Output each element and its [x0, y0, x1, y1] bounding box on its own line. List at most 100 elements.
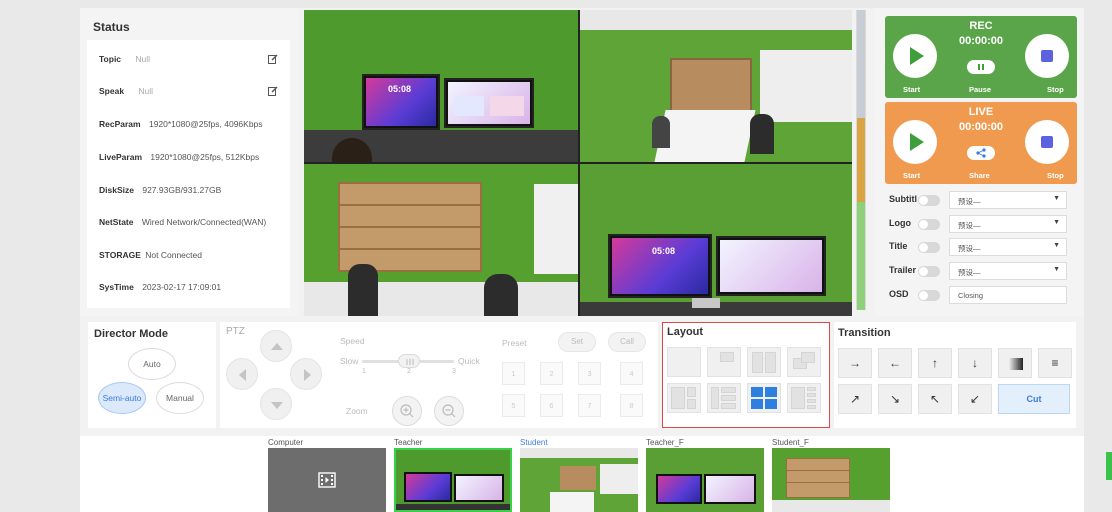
preset-7[interactable]: 7: [578, 394, 601, 417]
preset-1[interactable]: 1: [502, 362, 525, 385]
live-start-button[interactable]: [893, 120, 937, 164]
wipe-up-button[interactable]: ↑: [918, 348, 952, 378]
side-handle[interactable]: [1106, 452, 1112, 480]
overlay-row-osd: OSD Closing: [889, 286, 1067, 304]
osd-toggle[interactable]: [918, 290, 940, 301]
rec-pause-label: Pause: [969, 85, 992, 94]
wipe-down-button[interactable]: ↓: [958, 348, 992, 378]
layout-main-three[interactable]: [707, 383, 741, 413]
live-panel: LIVE 00:00:00 Start Share Stop: [885, 102, 1077, 184]
audio-level-meter: [856, 10, 866, 310]
arrow-down-left-icon: ↙: [969, 392, 981, 406]
preset-5[interactable]: 5: [502, 394, 525, 417]
status-key: STORAGE: [99, 250, 141, 260]
wipe-up-right-button[interactable]: ↗: [838, 384, 872, 414]
overlay-row-logo: Logo 预设— ▼: [889, 215, 1067, 233]
preset-6[interactable]: 6: [540, 394, 563, 417]
preset-set-button[interactable]: Set: [558, 332, 596, 352]
overlay-label: Subtitl: [889, 194, 917, 204]
rec-start-button[interactable]: [893, 34, 937, 78]
preset-8[interactable]: 8: [620, 394, 643, 417]
source-student-f[interactable]: Student_F: [772, 438, 890, 512]
program-preview[interactable]: 05:08 05:08: [304, 10, 852, 316]
preset-call-button[interactable]: Call: [608, 332, 646, 352]
layout-one-plus-four[interactable]: [787, 383, 821, 413]
preset-3[interactable]: 3: [578, 362, 601, 385]
layout-overlap[interactable]: [787, 347, 821, 377]
cut-button[interactable]: Cut: [998, 384, 1070, 414]
source-student[interactable]: Student: [520, 438, 638, 512]
layout-single[interactable]: [667, 347, 701, 377]
wipe-left-button[interactable]: ←: [878, 348, 912, 378]
status-key: DiskSize: [99, 185, 134, 195]
source-teacher[interactable]: Teacher: [394, 438, 512, 512]
trailer-select[interactable]: 预设— ▼: [949, 262, 1067, 280]
blinds-button[interactable]: ≡: [1038, 348, 1072, 378]
ptz-up-button[interactable]: [260, 330, 292, 362]
manual-button[interactable]: Manual: [156, 382, 204, 414]
wipe-right-button[interactable]: →: [838, 348, 872, 378]
semi-auto-button[interactable]: Semi-auto: [98, 382, 146, 414]
layout-quad[interactable]: [747, 383, 781, 413]
status-title: Status: [93, 20, 130, 34]
status-box: Topic Null Speak Null RecParam 1920*1080…: [87, 40, 290, 308]
arrow-right-icon: [304, 369, 311, 381]
preview-quadrant-student: [304, 164, 578, 316]
logo-select[interactable]: 预设— ▼: [949, 215, 1067, 233]
layout-main-two[interactable]: [667, 383, 701, 413]
caret-down-icon: ▼: [1053, 242, 1060, 249]
ptz-down-button[interactable]: [260, 388, 292, 420]
live-share-button[interactable]: [967, 146, 995, 160]
arrow-left-icon: [239, 369, 246, 381]
status-row-topic: Topic Null: [99, 54, 150, 64]
rec-stop-button[interactable]: [1025, 34, 1069, 78]
source-label: Teacher_F: [646, 438, 684, 447]
source-teacher-f[interactable]: Teacher_F: [646, 438, 764, 512]
speed-slider-handle[interactable]: [398, 354, 420, 368]
rec-start-label: Start: [903, 85, 921, 94]
status-key: SysTime: [99, 282, 134, 292]
subtitle-toggle[interactable]: [918, 195, 940, 206]
ptz-left-button[interactable]: [226, 358, 258, 390]
rec-pause-button[interactable]: [967, 60, 995, 74]
layout-side-by-side[interactable]: [747, 347, 781, 377]
source-strip: Computer Teacher Student Teacher_F Stude…: [80, 436, 1084, 512]
source-computer[interactable]: Computer: [268, 438, 386, 512]
overlay-label: Title: [889, 241, 908, 251]
ptz-right-button[interactable]: [290, 358, 322, 390]
wipe-up-left-button[interactable]: ↖: [918, 384, 952, 414]
title-toggle[interactable]: [918, 242, 940, 253]
zoom-label: Zoom: [346, 406, 368, 416]
status-value: Null: [138, 86, 154, 96]
trailer-toggle[interactable]: [918, 266, 940, 277]
logo-toggle[interactable]: [918, 219, 940, 230]
speed-quick-label: Quick: [458, 356, 480, 366]
layout-title: Layout: [667, 326, 704, 338]
overlay-row-trailer: Trailer 预设— ▼: [889, 262, 1067, 280]
title-select[interactable]: 预设— ▼: [949, 238, 1067, 256]
screen-clock: 05:08: [388, 84, 412, 94]
preset-4[interactable]: 4: [620, 362, 643, 385]
status-row-disksize: DiskSize 927.93GB/931.27GB: [99, 185, 221, 195]
status-value: Not Connected: [145, 250, 202, 260]
preset-2[interactable]: 2: [540, 362, 563, 385]
osd-input[interactable]: Closing: [949, 286, 1067, 304]
status-row-storage: STORAGE Not Connected: [99, 250, 202, 260]
zoom-in-button[interactable]: [392, 396, 422, 426]
transition-panel: Transition → ← ↑ ↓ ≡ ↗ ↘ ↖ ↙ Cut: [834, 322, 1076, 428]
film-icon: [318, 472, 336, 488]
wipe-down-right-button[interactable]: ↘: [878, 384, 912, 414]
rec-title: REC: [969, 20, 993, 32]
arrow-up-left-icon: ↖: [929, 392, 941, 406]
edit-icon[interactable]: [268, 54, 278, 64]
wipe-down-left-button[interactable]: ↙: [958, 384, 992, 414]
fade-button[interactable]: [998, 348, 1032, 378]
auto-button[interactable]: Auto: [128, 348, 176, 380]
arrow-down-icon: ↓: [972, 356, 978, 370]
live-stop-button[interactable]: [1025, 120, 1069, 164]
subtitle-select[interactable]: 预设— ▼: [949, 191, 1067, 209]
osd-value: Closing: [958, 291, 984, 300]
layout-pip[interactable]: [707, 347, 741, 377]
zoom-out-button[interactable]: [434, 396, 464, 426]
edit-icon[interactable]: [268, 86, 278, 96]
